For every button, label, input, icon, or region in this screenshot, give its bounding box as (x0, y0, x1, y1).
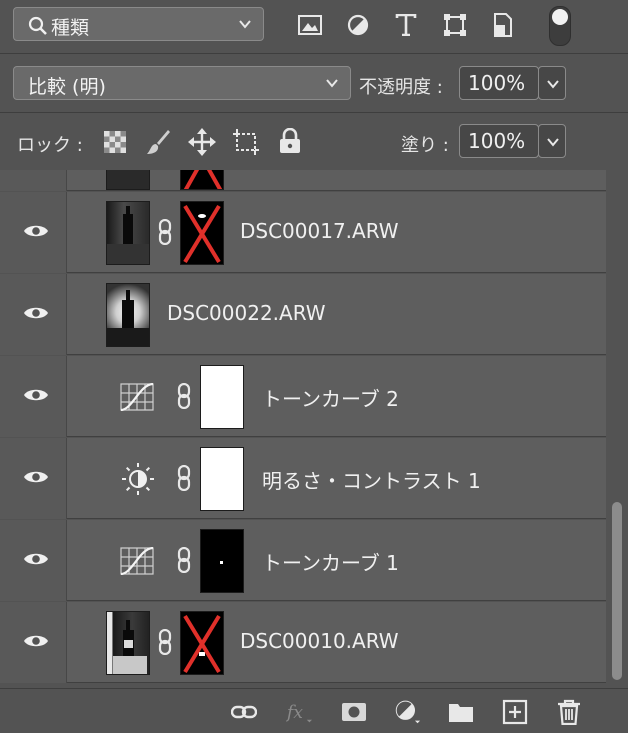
fill-label: 塗り : (401, 135, 449, 156)
layer-row-curves-2[interactable]: トーンカーブ 2 (0, 356, 606, 437)
layer-mask-thumbnail (200, 529, 244, 593)
mask-x-icon (183, 170, 223, 189)
layer-name[interactable]: トーンカーブ 1 (262, 547, 399, 576)
lock-position-icon[interactable] (188, 128, 216, 156)
layer-row-curves-1[interactable]: トーンカーブ 1 (0, 520, 606, 601)
brightness-contrast-icon (122, 463, 154, 495)
eye-icon[interactable] (23, 222, 49, 240)
lock-artboard-icon[interactable] (232, 128, 260, 156)
layer-filter-label: 種類 (51, 17, 90, 39)
bottle-image (107, 206, 149, 264)
eye-icon[interactable] (23, 304, 49, 322)
chevron-down-icon (326, 79, 338, 88)
svg-text:fx: fx (286, 703, 303, 723)
layer-row-dsc00022[interactable]: DSC00022.ARW (0, 274, 606, 355)
opacity-input[interactable]: 100% (459, 66, 539, 100)
link-chain-icon[interactable] (177, 547, 191, 573)
divider (0, 112, 628, 113)
opacity-slider-button[interactable] (538, 66, 566, 100)
visibility-column (0, 170, 67, 191)
curves-adjustment-icon (120, 383, 154, 411)
layer-mask-thumbnail (180, 170, 224, 190)
new-layer-icon[interactable] (502, 699, 528, 725)
chevron-down-icon (547, 80, 559, 89)
layer-name[interactable]: 明るさ・コントラスト 1 (262, 465, 481, 494)
adjustment-filter-icon[interactable] (347, 14, 369, 36)
lock-transparent-icon[interactable] (104, 131, 126, 153)
scrollbar-thumb[interactable] (612, 502, 622, 680)
bottle-image (113, 620, 147, 674)
layer-mask-thumbnail (200, 365, 244, 429)
chevron-down-icon (239, 20, 251, 29)
mask-x-icon (183, 614, 221, 674)
layer-row-dsc00010[interactable]: DSC00010.ARW (0, 602, 606, 683)
mask-x-icon (183, 204, 221, 264)
layer-thumbnail (106, 611, 150, 675)
curves-adjustment-icon (120, 547, 154, 575)
bottle-image (107, 290, 149, 346)
layers-list[interactable]: DSC00017.ARW DSC00022.ARW トーンカーブ 2 明るさ・コ… (0, 170, 606, 688)
add-mask-icon[interactable] (341, 699, 367, 725)
search-icon (28, 16, 47, 35)
link-chain-icon[interactable] (158, 219, 172, 245)
eye-icon[interactable] (23, 632, 49, 650)
lock-all-icon[interactable] (279, 128, 301, 154)
filter-toggle-switch[interactable] (549, 6, 571, 46)
eye-icon[interactable] (23, 550, 49, 568)
type-filter-icon[interactable] (395, 14, 417, 36)
layer-row-dsc00017[interactable]: DSC00017.ARW (0, 192, 606, 273)
layer-thumbnail (106, 201, 150, 265)
link-chain-icon[interactable] (177, 383, 191, 409)
layer-mask-thumbnail (180, 611, 224, 675)
fill-value: 100% (468, 129, 526, 153)
blend-mode-dropdown[interactable]: 比較 (明) (13, 66, 351, 100)
layer-thumbnail (106, 283, 150, 347)
layers-bottom-toolbar: fx (0, 688, 628, 733)
divider (0, 53, 628, 54)
lock-label: ロック : (17, 135, 83, 156)
layer-row-brightness-contrast-1[interactable]: 明るさ・コントラスト 1 (0, 438, 606, 519)
fill-slider-button[interactable] (538, 124, 566, 158)
fx-icon[interactable]: fx (286, 699, 312, 725)
link-layers-icon[interactable] (231, 699, 257, 725)
fill-input[interactable]: 100% (459, 124, 539, 158)
new-group-icon[interactable] (448, 699, 474, 725)
toggle-knob (552, 9, 568, 25)
layer-row-partial[interactable] (0, 170, 606, 191)
layer-name[interactable]: DSC00010.ARW (240, 629, 399, 653)
eye-icon[interactable] (23, 468, 49, 486)
layer-name[interactable]: DSC00022.ARW (167, 301, 326, 325)
lock-paint-icon[interactable] (145, 128, 171, 156)
layer-filter-dropdown[interactable]: 種類 (13, 7, 264, 41)
blend-mode-label: 比較 (明) (28, 76, 106, 98)
opacity-value: 100% (468, 71, 526, 95)
chevron-down-icon (547, 138, 559, 147)
layer-thumbnail (106, 170, 150, 190)
link-chain-icon[interactable] (177, 465, 191, 491)
link-chain-icon[interactable] (158, 629, 172, 655)
image-filter-icon[interactable] (298, 15, 322, 35)
smartobject-filter-icon[interactable] (493, 13, 513, 37)
opacity-label: 不透明度 : (359, 77, 443, 98)
delete-layer-icon[interactable] (556, 699, 582, 725)
shape-filter-icon[interactable] (444, 14, 466, 36)
layer-mask-thumbnail (200, 447, 244, 511)
layer-mask-thumbnail (180, 201, 224, 265)
layer-name[interactable]: DSC00017.ARW (240, 219, 399, 243)
new-adjustment-icon[interactable] (395, 699, 421, 725)
layer-name[interactable]: トーンカーブ 2 (262, 383, 399, 412)
mask-dot (220, 561, 223, 564)
eye-icon[interactable] (23, 386, 49, 404)
